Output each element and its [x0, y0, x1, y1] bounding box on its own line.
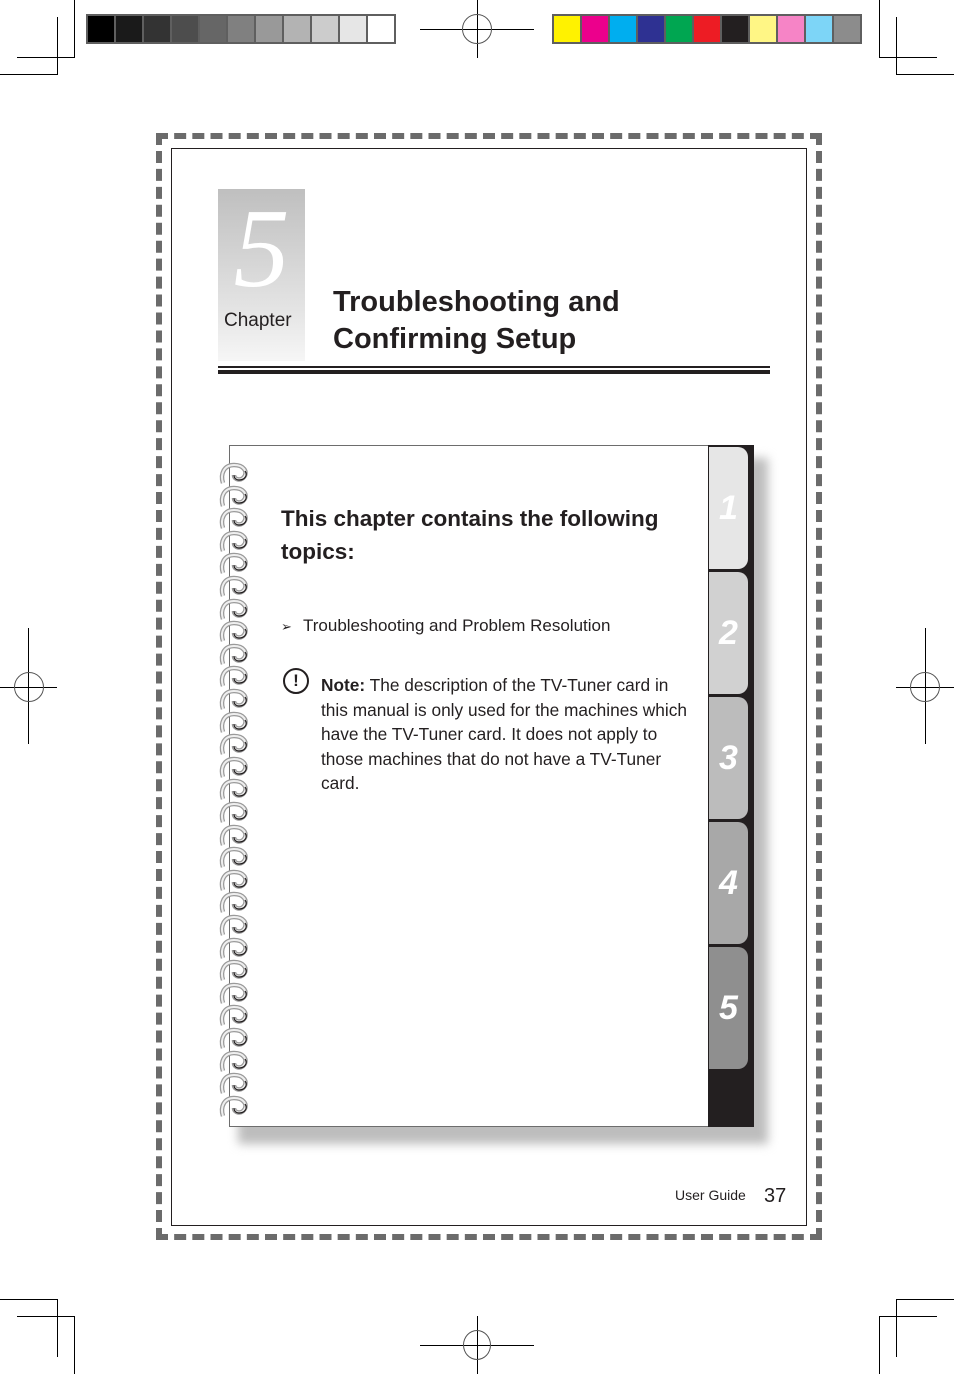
process-color-swatch — [582, 16, 608, 42]
grayscale-color-bar — [86, 14, 396, 44]
spiral-ring-icon — [219, 462, 248, 484]
spiral-ring-icon — [219, 756, 248, 778]
spiral-ring-icon — [219, 892, 248, 914]
grayscale-swatch — [312, 16, 338, 42]
process-color-swatch — [778, 16, 804, 42]
grayscale-swatch — [200, 16, 226, 42]
spiral-ring-icon — [219, 711, 248, 733]
grayscale-swatch — [340, 16, 366, 42]
intro-heading: This chapter contains the following topi… — [281, 506, 659, 564]
spiral-ring-icon — [219, 824, 248, 846]
grayscale-swatch — [116, 16, 142, 42]
grayscale-swatch — [284, 16, 310, 42]
spiral-ring-icon — [219, 1050, 248, 1072]
crop-mark — [57, 17, 58, 75]
spiral-ring-icon — [219, 1095, 248, 1117]
grayscale-swatch — [256, 16, 282, 42]
topic-item[interactable]: ➢ Troubleshooting and Problem Resolution — [281, 616, 610, 636]
registration-mark-right — [896, 628, 954, 746]
process-color-swatch — [666, 16, 692, 42]
topic-text: Troubleshooting and Problem Resolution — [303, 616, 611, 635]
registration-mark-top — [420, 0, 534, 60]
crop-mark — [0, 74, 58, 75]
spiral-ring-icon — [219, 1027, 248, 1049]
spiral-ring-icon — [219, 575, 248, 597]
spiral-ring-icon — [219, 779, 248, 801]
process-color-swatch — [554, 16, 580, 42]
process-color-swatch — [610, 16, 636, 42]
spiral-ring-icon — [219, 869, 248, 891]
process-color-swatch — [834, 16, 860, 42]
process-color-swatch — [806, 16, 832, 42]
grayscale-swatch — [368, 16, 394, 42]
crop-mark — [74, 0, 75, 58]
chapter-label: Chapter — [224, 310, 292, 331]
spiral-ring-icon — [219, 688, 248, 710]
chapter-tab-5[interactable]: 5 — [708, 947, 748, 1069]
exclamation-circle-icon: ! — [283, 668, 309, 694]
crop-mark — [57, 1299, 58, 1357]
note-label: Note: — [321, 675, 366, 695]
crop-mark — [896, 74, 954, 75]
chapter-tab-3[interactable]: 3 — [708, 697, 748, 819]
note-block: Note: The description of the TV-Tuner ca… — [321, 673, 691, 796]
spiral-ring-icon — [219, 553, 248, 575]
crop-mark — [74, 1316, 75, 1374]
crop-mark — [879, 0, 880, 58]
arrow-bullet-icon: ➢ — [281, 619, 292, 634]
crop-mark — [17, 57, 75, 58]
spiral-ring-icon — [219, 598, 248, 620]
spiral-ring-icon — [219, 507, 248, 529]
process-color-swatch — [722, 16, 748, 42]
registration-mark-left — [0, 628, 60, 746]
process-color-bar — [552, 14, 862, 44]
process-color-swatch — [694, 16, 720, 42]
chapter-title-line2: Confirming Setup — [333, 323, 577, 355]
spiral-ring-icon — [219, 937, 248, 959]
chapter-title: Troubleshooting and Confirming Setup — [333, 284, 620, 358]
chapter-tab-1[interactable]: 1 — [708, 447, 748, 569]
grayscale-swatch — [172, 16, 198, 42]
crop-mark — [896, 1299, 954, 1300]
process-color-swatch — [750, 16, 776, 42]
crop-mark — [17, 1316, 75, 1317]
process-color-swatch — [638, 16, 664, 42]
footer-guide-label: User Guide — [675, 1187, 746, 1203]
chapter-tab-4[interactable]: 4 — [708, 822, 748, 944]
registration-mark-bottom — [420, 1314, 534, 1374]
grayscale-swatch — [228, 16, 254, 42]
crop-mark — [879, 57, 937, 58]
note-text: The description of the TV-Tuner card in … — [321, 675, 687, 794]
title-rule-thick — [218, 370, 770, 374]
spiral-ring-icon — [219, 959, 248, 981]
spiral-ring-icon — [219, 1005, 248, 1027]
crop-mark — [879, 1316, 937, 1317]
crop-mark — [896, 17, 897, 75]
chapter-tab-2[interactable]: 2 — [708, 572, 748, 694]
spiral-ring-icon — [219, 846, 248, 868]
chapter-badge: 5 — [218, 189, 305, 361]
crop-mark — [879, 1316, 880, 1374]
spiral-ring-icon — [219, 620, 248, 642]
title-rule-thin — [218, 366, 770, 368]
grayscale-swatch — [88, 16, 114, 42]
crop-mark — [0, 1299, 58, 1300]
spiral-ring-icon — [219, 982, 248, 1004]
spiral-ring-icon — [219, 801, 248, 823]
crop-mark — [896, 1299, 897, 1357]
chapter-number: 5 — [233, 187, 290, 311]
spiral-ring-icon — [219, 485, 248, 507]
spiral-ring-icon — [219, 1072, 248, 1094]
spiral-ring-icon — [219, 733, 248, 755]
spiral-ring-icon — [219, 914, 248, 936]
page-number: 37 — [764, 1185, 787, 1207]
chapter-title-line1: Troubleshooting and — [333, 286, 620, 318]
grayscale-swatch — [144, 16, 170, 42]
spiral-ring-icon — [219, 666, 248, 688]
spiral-ring-icon — [219, 530, 248, 552]
spiral-ring-icon — [219, 643, 248, 665]
